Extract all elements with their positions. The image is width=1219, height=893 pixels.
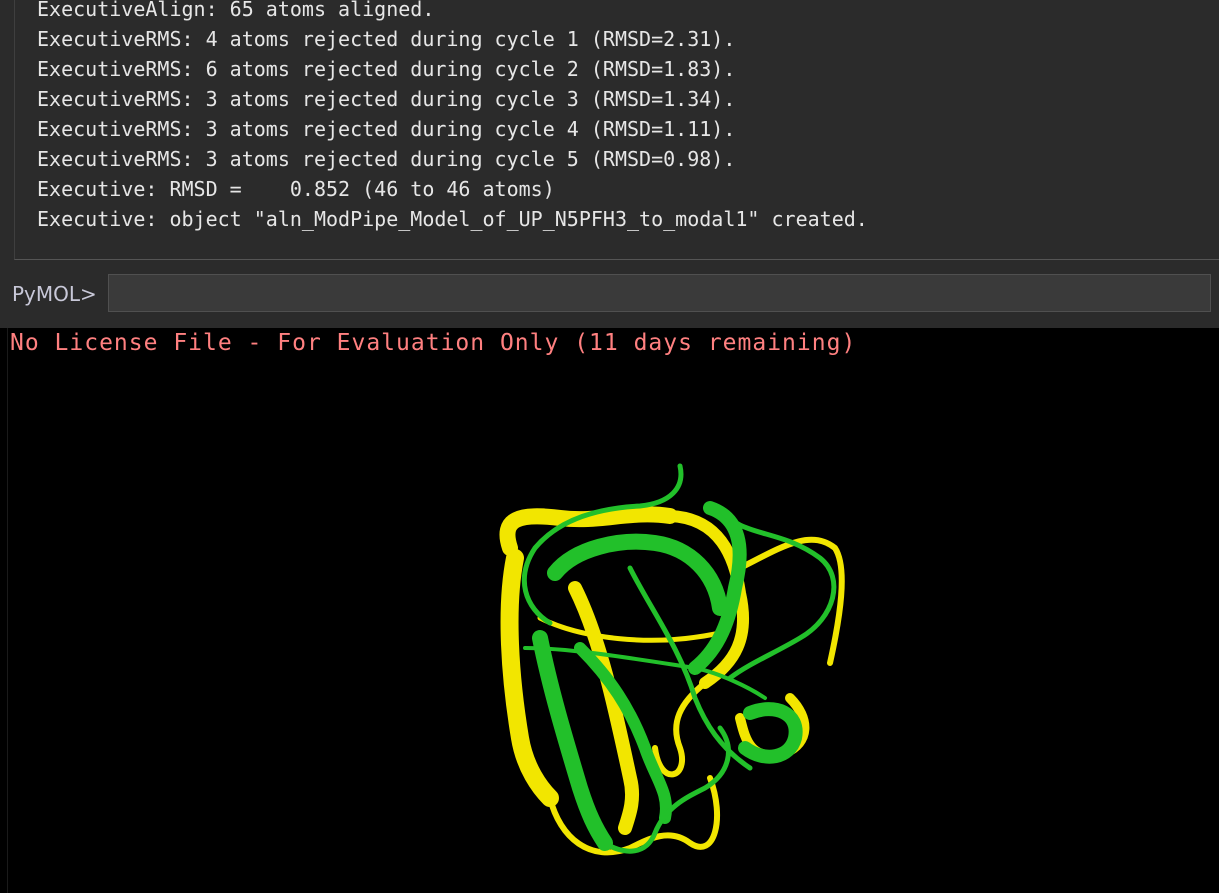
log-line: ExecutiveAlign: 65 atoms aligned. — [37, 0, 435, 21]
command-input[interactable] — [108, 274, 1211, 312]
log-line: Executive: object "aln_ModPipe_Model_of_… — [37, 207, 868, 231]
console-log[interactable]: ExecutiveAlign: 65 atoms aligned. Execut… — [14, 0, 1219, 260]
viewer-divider — [7, 328, 8, 893]
console-output-panel[interactable]: ExecutiveAlign: 65 atoms aligned. Execut… — [0, 0, 1219, 268]
log-line: Executive: RMSD = 0.852 (46 to 46 atoms) — [37, 177, 555, 201]
log-line: ExecutiveRMS: 3 atoms rejected during cy… — [37, 117, 736, 141]
command-prompt-label: PyMOL> — [12, 282, 97, 306]
structure-green — [521, 463, 837, 854]
log-line: ExecutiveRMS: 6 atoms rejected during cy… — [37, 57, 736, 81]
log-line: ExecutiveRMS: 3 atoms rejected during cy… — [37, 147, 736, 171]
protein-cartoon-render[interactable] — [480, 448, 860, 868]
log-line: ExecutiveRMS: 4 atoms rejected during cy… — [37, 27, 736, 51]
command-bar: PyMOL> — [0, 268, 1219, 328]
log-line: ExecutiveRMS: 3 atoms rejected during cy… — [37, 87, 736, 111]
license-warning-text: No License File - For Evaluation Only (1… — [10, 330, 857, 356]
molecular-viewer[interactable]: No License File - For Evaluation Only (1… — [0, 328, 1219, 893]
